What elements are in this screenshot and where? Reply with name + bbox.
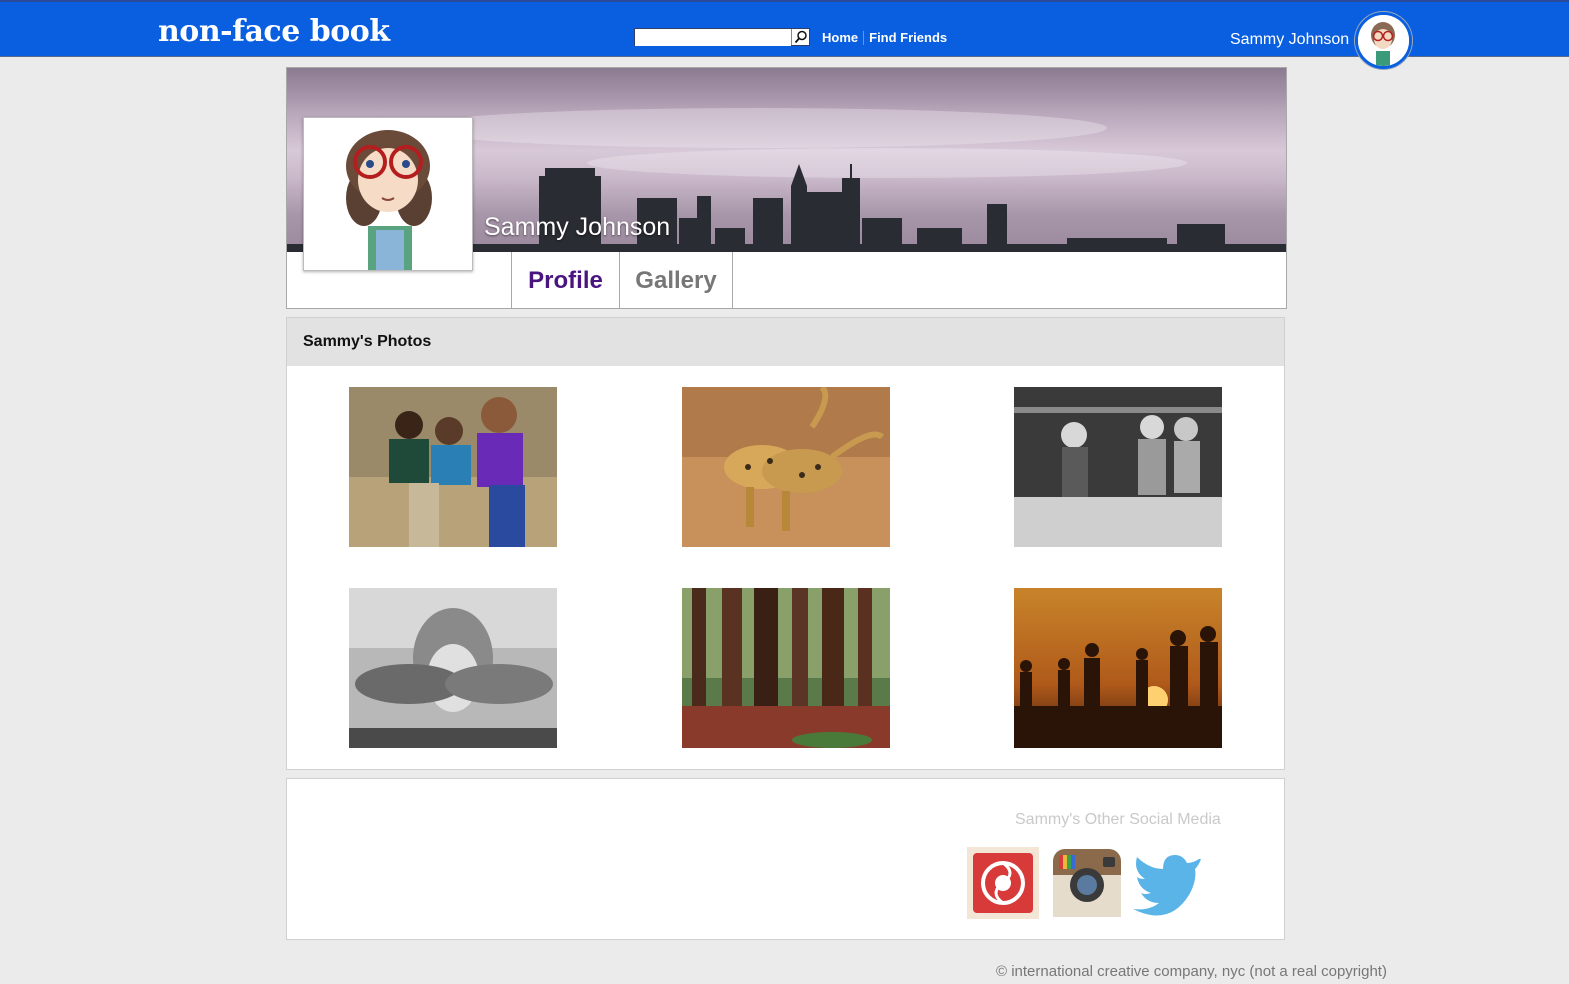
profile-header-card: Sammy Johnson Profile Gallery <box>286 67 1287 309</box>
spiral-social-link[interactable] <box>965 845 1041 921</box>
search-input[interactable] <box>635 30 791 46</box>
search-button[interactable] <box>791 29 809 45</box>
social-media-panel: Sammy's Other Social Media <box>286 778 1285 940</box>
family-silhouette-sunset-photo-icon <box>1014 588 1222 748</box>
redwood-forest-photo-icon <box>682 588 890 748</box>
cartoon-girl-avatar-icon <box>1358 15 1409 66</box>
site-logo[interactable]: non-face book <box>158 14 390 49</box>
search-icon <box>794 30 807 44</box>
kids-jumping-pool-photo-icon <box>1014 387 1222 547</box>
photo-thumbnail[interactable] <box>682 387 890 547</box>
current-user-avatar[interactable] <box>1355 12 1412 69</box>
nav-home-link[interactable]: Home <box>822 30 858 45</box>
photo-thumbnail[interactable] <box>349 387 557 547</box>
photo-thumbnail[interactable] <box>1014 588 1222 748</box>
instagram-icon <box>1053 849 1121 917</box>
cartoon-girl-profile-icon <box>304 118 472 270</box>
twitter-link[interactable] <box>1129 845 1205 921</box>
leopards-photo-icon <box>682 387 890 547</box>
girl-with-fish-photo-icon <box>349 588 557 748</box>
photo-thumbnail[interactable] <box>682 588 890 748</box>
profile-picture[interactable] <box>303 117 473 271</box>
photos-heading: Sammy's Photos <box>287 318 1284 366</box>
nav-find-friends-link[interactable]: Find Friends <box>869 30 947 45</box>
photo-thumbnail[interactable] <box>1014 387 1222 547</box>
photo-thumbnail[interactable] <box>349 588 557 748</box>
search-box <box>634 28 810 46</box>
top-nav-bar: non-face book Home Find Friends Sammy Jo… <box>0 0 1569 69</box>
nav-divider <box>863 30 865 45</box>
social-heading: Sammy's Other Social Media <box>1015 811 1221 828</box>
spiral-social-icon <box>967 847 1039 919</box>
photos-panel: Sammy's Photos <box>286 317 1285 770</box>
instagram-link[interactable] <box>1049 845 1125 921</box>
tab-gallery[interactable]: Gallery <box>619 252 733 309</box>
children-running-photo-icon <box>349 387 557 547</box>
twitter-icon <box>1133 855 1201 916</box>
tab-profile[interactable]: Profile <box>511 252 619 309</box>
profile-name: Sammy Johnson <box>484 213 671 241</box>
current-user-name[interactable]: Sammy Johnson <box>1230 31 1349 49</box>
copyright-notice: © international creative company, nyc (n… <box>996 963 1387 980</box>
main-nav: Home Find Friends <box>822 30 947 45</box>
profile-tabs: Profile Gallery <box>511 252 733 309</box>
